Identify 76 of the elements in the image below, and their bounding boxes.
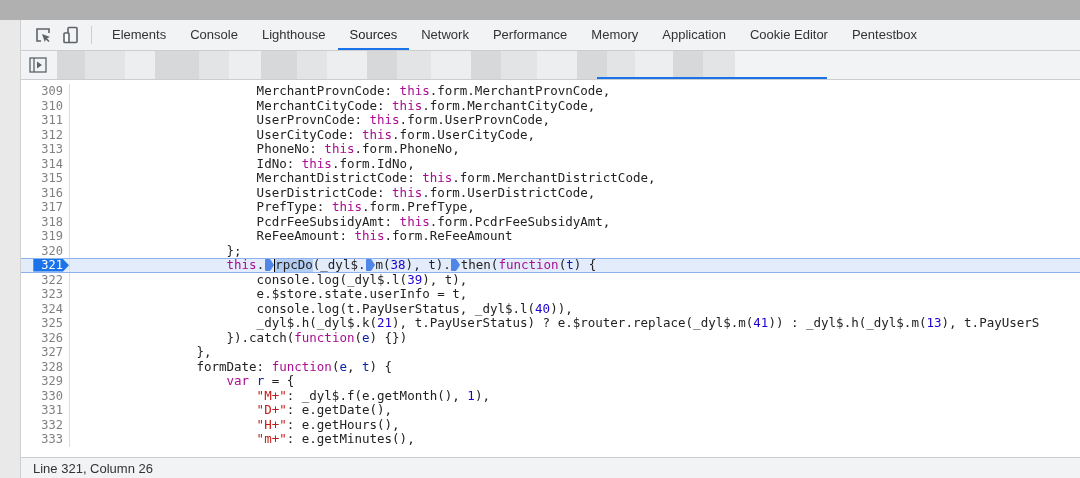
code-text: 38 xyxy=(390,259,406,272)
line-number[interactable]: 312 xyxy=(41,127,69,142)
inline-breakpoint-icon[interactable] xyxy=(451,259,461,272)
code-text: this xyxy=(225,259,257,272)
line-number[interactable]: 318 xyxy=(41,214,69,229)
line-number[interactable]: 327 xyxy=(41,345,69,360)
line-number[interactable]: 311 xyxy=(41,113,69,128)
code-line: formDate: function(e, t) { xyxy=(195,359,393,374)
line-number[interactable]: 313 xyxy=(41,142,69,157)
code-line: _dyl$.h(_dyl$.k(21), t.PayUserStatus) ? e.$router.replace(_dyl$.m(41)) : _dyl$.h(_dyl$.m(13), t.PayUserS xyxy=(255,316,1040,331)
code-text: . xyxy=(256,259,265,272)
code-text: ), t). xyxy=(405,259,451,272)
line-number[interactable]: 328 xyxy=(41,359,69,374)
code-line: "D+": e.getDate(), xyxy=(255,403,393,418)
code-line: "m+": e.getMinutes(), xyxy=(255,432,415,447)
code-text: ) { xyxy=(573,259,597,272)
code-line: e.$store.state.userInfo = t, xyxy=(255,287,468,302)
line-number[interactable]: 310 xyxy=(41,98,69,113)
code-line: PrefType: this.form.PrefType, xyxy=(255,200,475,215)
code-line: }, xyxy=(195,345,212,360)
line-number[interactable]: 333 xyxy=(41,432,69,447)
code-line: }; xyxy=(225,243,242,258)
line-number[interactable]: 319 xyxy=(41,229,69,244)
panel-tab[interactable]: Memory xyxy=(579,20,651,50)
code-line: }).catch(function(e) {}) xyxy=(225,330,408,345)
line-number[interactable]: 314 xyxy=(41,156,69,171)
cursor-position: Line 321, Column 26 xyxy=(33,460,153,476)
toggle-navigator-icon[interactable] xyxy=(29,57,47,73)
line-number[interactable]: 317 xyxy=(41,200,69,215)
panel-tab[interactable]: Performance xyxy=(480,20,580,50)
code-text: ( xyxy=(558,259,567,272)
line-number[interactable]: 309 xyxy=(41,84,69,99)
code-line: var r = { xyxy=(225,374,295,389)
code-line: "H+": e.getHours(), xyxy=(255,417,400,432)
line-number[interactable]: 322 xyxy=(41,272,69,287)
line-number[interactable]: 326 xyxy=(41,330,69,345)
line-number[interactable]: 316 xyxy=(41,185,69,200)
line-number[interactable]: 329 xyxy=(41,374,69,389)
code-line: MerchantDistrictCode: this.form.MerchantDistrictCode, xyxy=(255,171,656,186)
panel-tab[interactable]: Elements xyxy=(100,20,179,50)
line-number[interactable]: 320 xyxy=(41,243,69,258)
code-line: console.log(_dyl$.l(39), t), xyxy=(255,272,468,287)
line-number[interactable]: 332 xyxy=(41,417,69,432)
line-number[interactable]: 325 xyxy=(41,316,69,331)
panel-tab[interactable]: Console xyxy=(178,20,250,50)
line-number[interactable]: 331 xyxy=(41,403,69,418)
code-line: UserProvnCode: this.form.UserProvnCode, xyxy=(255,113,551,128)
line-number[interactable]: 321 xyxy=(33,259,69,272)
device-toolbar-icon[interactable] xyxy=(62,26,80,44)
line-number[interactable]: 330 xyxy=(41,388,69,403)
code-line: MerchantProvnCode: this.form.MerchantProvnCode, xyxy=(255,84,611,99)
code-text: t xyxy=(566,259,574,272)
code-line: "M+": _dyl$.f(e.getMonth(), 1), xyxy=(255,388,490,403)
code-line: console.log(t.PayUserStatus, _dyl$.l(40)), xyxy=(255,301,573,316)
code-text: then( xyxy=(460,259,499,272)
line-number[interactable]: 324 xyxy=(41,301,69,316)
code-line: ReFeeAmount: this.form.ReFeeAmount xyxy=(255,229,513,244)
code-text: function xyxy=(498,259,559,272)
code-line: UserCityCode: this.form.UserCityCode, xyxy=(255,127,536,142)
code-line: PhoneNo: this.form.PhoneNo, xyxy=(255,142,460,157)
panel-tab[interactable]: Cookie Editor xyxy=(737,20,840,50)
code-line: MerchantCityCode: this.form.MerchantCityCode, xyxy=(255,98,596,113)
code-line: IdNo: this.form.IdNo, xyxy=(255,156,415,171)
line-number[interactable]: 315 xyxy=(41,171,69,186)
code-text: (_dyl$. xyxy=(312,259,366,272)
line-number[interactable]: 323 xyxy=(41,287,69,302)
code-line: UserDistrictCode: this.form.UserDistrictCode, xyxy=(255,185,596,200)
panel-tab[interactable]: Application xyxy=(650,20,738,50)
panel-tab[interactable]: Lighthouse xyxy=(249,20,338,50)
inspect-icon[interactable] xyxy=(34,26,52,44)
panel-tab[interactable]: Pentestbox xyxy=(839,20,929,50)
panel-tab[interactable]: Network xyxy=(409,20,481,50)
code-text: m( xyxy=(375,259,391,272)
inline-breakpoint-icon[interactable] xyxy=(366,259,375,272)
code-line: PcdrFeeSubsidyAmt: this.form.PcdrFeeSubsidyAmt, xyxy=(255,214,611,229)
code-text: rpcDo xyxy=(274,259,313,272)
